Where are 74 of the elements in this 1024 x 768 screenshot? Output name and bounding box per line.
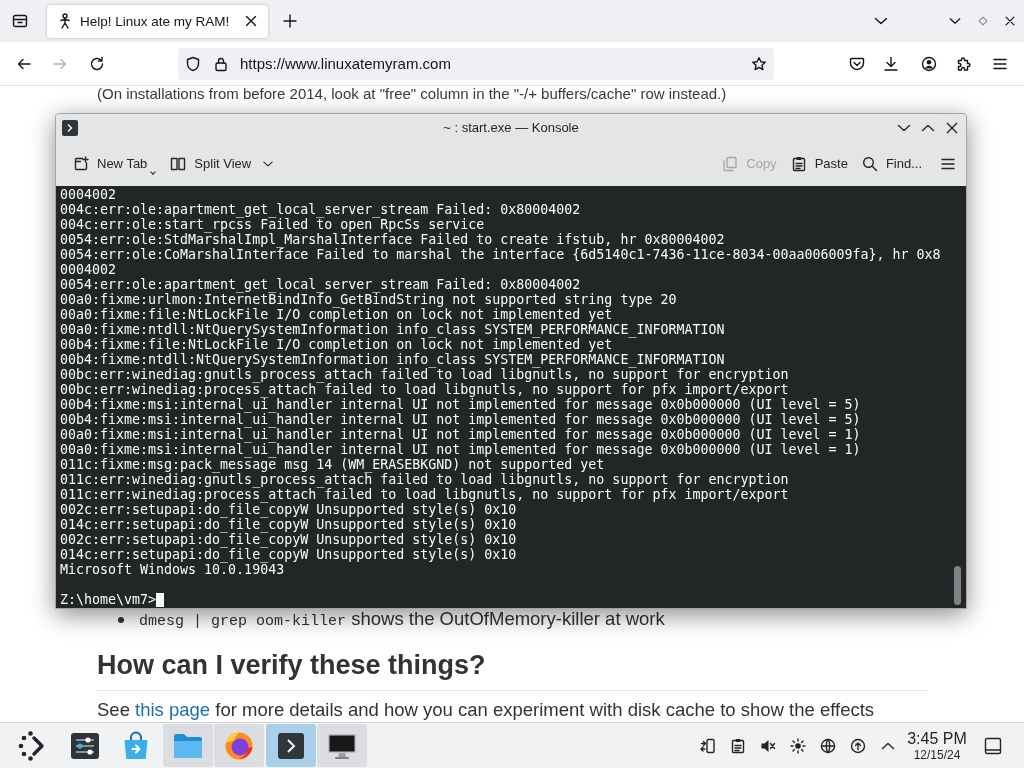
address-bar[interactable]: https://www.linuxatemyram.com — [178, 47, 774, 80]
globe-icon[interactable] — [820, 737, 836, 754]
cursor-icon — [156, 592, 165, 607]
sun-icon[interactable] — [790, 737, 806, 754]
browser-tab[interactable]: Help! Linux ate my RAM! — [47, 4, 268, 38]
scrollbar-thumb[interactable] — [953, 566, 961, 605]
terminal-line: Microsoft Windows 10.0.19043 — [60, 562, 285, 577]
terminal-line: 00a0:fixme:urlmon:InternetBindInfo_GetBindString not supported string type 20 — [60, 292, 678, 307]
terminal-line: 00a0:fixme:msi:internal_ui_handler internal UI not implemented for message 0x0b000000 (UI level = 1) — [60, 427, 862, 442]
terminal-line: 0054:err:ole:apartment_get_local_server_stream Failed: 0x80004002 — [60, 277, 581, 292]
speaker-muted-icon[interactable] — [760, 737, 776, 754]
pouch-icon[interactable] — [849, 55, 865, 72]
terminal-line: 004c:err:ole:start_rpcss Failed to open RpcSs service — [60, 217, 486, 232]
terminal-line: 014c:err:setupapi:do_file_copyW Unsupported style(s) 0x10 — [60, 547, 518, 562]
find-button[interactable]: Find... — [857, 150, 926, 177]
bullet-icon — [118, 617, 124, 623]
puzzle-piece-icon[interactable] — [956, 55, 972, 72]
close-icon[interactable] — [1003, 14, 1017, 28]
terminal-line: 002c:err:setupapi:do_file_copyW Unsupported style(s) 0x10 — [60, 532, 518, 547]
reload-icon[interactable] — [89, 55, 105, 72]
terminal-line: 00a0:fixme:ntdll:NtQuerySystemInformation info_class SYSTEM_PERFORMANCE_INFORMATION — [60, 322, 726, 337]
phone-arrows-icon[interactable] — [700, 737, 716, 754]
terminal-line: 00a0:fixme:msi:internal_ui_handler internal UI not implemented for message 0x0b000000 (UI level = 1) — [60, 442, 862, 457]
terminal-line: 011c:err:winediag:process_attach failed to load libgnutls, no support for pfx import/export — [60, 487, 790, 502]
terminal-line: 004c:err:ole:apartment_get_local_server_stream Failed: 0x80004002 — [60, 202, 582, 217]
paste-button[interactable]: Paste — [786, 150, 852, 177]
terminal-line: 014c:err:setupapi:do_file_copyW Unsupported style(s) 0x10 — [60, 517, 518, 532]
plus-icon[interactable] — [282, 13, 298, 29]
section-heading: How can I verify these things? — [97, 649, 487, 681]
stick-figure-icon — [57, 13, 73, 29]
terminal-prompt: Z:\home\vm7> — [60, 592, 157, 607]
diamond-icon[interactable] — [976, 14, 990, 28]
terminal-line: 011c:err:winediag:gnutls_process_attach failed to load libgnutls, no support for encryption — [60, 472, 790, 487]
terminal-line: 00bc:err:winediag:gnutls_process_attach failed to load libgnutls, no support for encryption — [60, 367, 790, 382]
taskbar-button[interactable] — [265, 724, 316, 767]
clock-time[interactable]: 3:45 PM — [907, 729, 967, 748]
columns-icon — [170, 155, 187, 172]
terminal-line: 011c:fixme:msg:pack_message msg 14 (WM_ERASEBKGND) not supported yet — [60, 457, 606, 472]
square-icon[interactable] — [984, 736, 1002, 755]
terminal-line: 002c:err:setupapi:do_file_copyW Unsupported style(s) 0x10 — [60, 502, 518, 517]
terminal-line: 00b4:fixme:file:NtLockFile I/O completion on lock not implemented yet — [60, 337, 613, 352]
tab-plus-icon — [73, 155, 89, 172]
terminal-icon[interactable] — [62, 119, 78, 136]
terminal-line: 0004002 — [60, 187, 118, 202]
terminal-line: 0004002 — [60, 262, 118, 277]
lock-icon[interactable] — [213, 55, 229, 72]
star-icon[interactable] — [751, 55, 767, 72]
terminal-line: 00a0:fixme:file:NtLockFile I/O completion on lock not implemented yet — [60, 307, 614, 322]
box-icon[interactable] — [12, 13, 28, 29]
taskbar-button[interactable] — [317, 724, 367, 767]
shield-icon[interactable] — [185, 55, 201, 72]
split-view-button[interactable]: Split View — [166, 150, 279, 177]
window-title: ~ : start.exe — Konsole — [443, 120, 579, 135]
copy-icon — [722, 155, 739, 172]
terminal-line: 00b4:fixme:ntdll:NtQuerySystemInformation info_class SYSTEM_PERFORMANCE_INFORMATION — [60, 352, 725, 367]
caret-icon — [150, 170, 157, 175]
terminal-line: 0054:err:ole:CoMarshalInterface Failed to marshal the interface {6d5140c1-7436-11ce-8034-00aa006009fa}, hr 0x8 — [60, 247, 942, 262]
terminal-line: 0054:err:ole:StdMarshalImpl_MarshalInterface Failed to create ifstub, hr 0x80004002 — [60, 232, 725, 247]
clipboard-icon[interactable] — [730, 737, 746, 754]
terminal-line: 00b4:fixme:msi:internal_ui_handler internal UI not implemented for message 0x0b000000 (UI level = 5) — [60, 412, 862, 427]
terminal-line: 00bc:err:winediag:process_attach failed to load libgnutls, no support for pfx import/export — [60, 382, 789, 397]
list-item-text: dmesg | grep oom-killer shows the OutOfMemory-killer at work — [139, 607, 665, 632]
clipboard-icon — [790, 155, 807, 172]
clock-date[interactable]: 12/15/24 — [913, 747, 961, 762]
terminal-line: 00b4:fixme:msi:internal_ui_handler internal UI not implemented for message 0x0b000000 (UI level = 5) — [60, 397, 862, 412]
circle-arrow-up-icon[interactable] — [850, 737, 866, 754]
new-tab-button[interactable]: New Tab — [69, 150, 161, 177]
close-icon[interactable] — [243, 13, 259, 29]
text-link[interactable]: this page — [135, 699, 211, 720]
paragraph-text: See this page for more details and how you can experiment with disk cache to show the effects — [97, 700, 876, 720]
account-icon[interactable] — [921, 55, 937, 72]
download-icon[interactable] — [883, 55, 899, 72]
note-text: (On installations from before 2014, look at "free" column in the "-/+ buffers/cache" row instead.) — [97, 86, 728, 101]
search-icon — [861, 155, 878, 172]
